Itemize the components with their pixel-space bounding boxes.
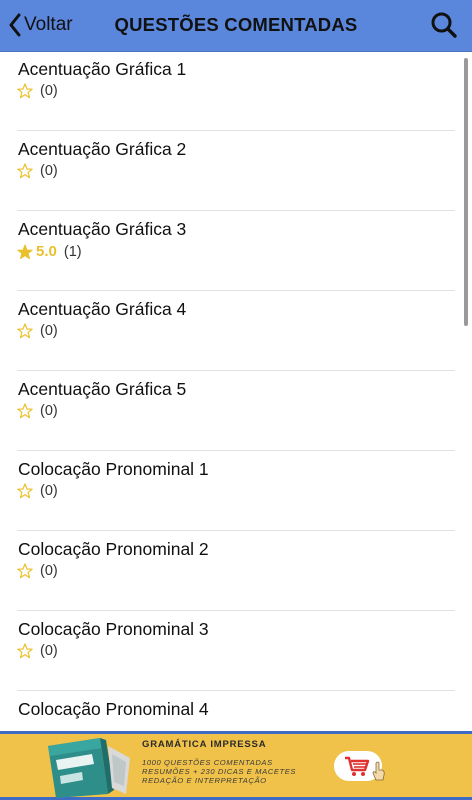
rating-row: (0): [17, 163, 58, 179]
rating-count: (0): [40, 483, 58, 499]
list-item[interactable]: Acentuação Gráfica 4 (0): [17, 291, 455, 371]
tap-hand-icon: [372, 761, 385, 781]
rating-count: (0): [40, 563, 58, 579]
nav-bar: Voltar QUESTÕES COMENTADAS: [0, 0, 472, 52]
rating-count: (1): [63, 243, 82, 260]
item-title: Acentuação Gráfica 5: [18, 379, 187, 399]
star-outline-icon[interactable]: [17, 403, 33, 419]
item-title: Acentuação Gráfica 4: [18, 299, 187, 319]
list-item[interactable]: Colocação Pronominal 1 (0): [17, 451, 455, 531]
rating-row: (0): [17, 483, 58, 499]
star-filled-icon[interactable]: [17, 244, 33, 260]
list-item[interactable]: Acentuação Gráfica 5 (0): [17, 371, 455, 451]
star-outline-icon[interactable]: [17, 83, 33, 99]
item-title: Acentuação Gráfica 1: [18, 59, 187, 79]
banner-title: GRAMÁTICA IMPRESSA: [142, 739, 267, 750]
star-outline-icon[interactable]: [17, 563, 33, 579]
star-outline-icon[interactable]: [17, 643, 33, 659]
banner-line-3: REDAÇÃO E INTERPRETAÇÃO: [142, 776, 267, 785]
star-outline-icon[interactable]: [17, 483, 33, 499]
rating-count: (0): [40, 163, 58, 179]
rating-score: 5.0: [36, 243, 57, 260]
star-outline-icon[interactable]: [17, 163, 33, 179]
list-item[interactable]: Acentuação Gráfica 2 (0): [17, 131, 455, 211]
rating-count: (0): [40, 643, 58, 659]
item-title: Colocação Pronominal 1: [18, 459, 209, 479]
item-title: Colocação Pronominal 2: [18, 539, 209, 559]
rating-row: (0): [17, 83, 58, 99]
rating-row: (0): [17, 563, 58, 579]
book-cover-icon: [48, 738, 130, 798]
item-title: Acentuação Gráfica 3: [18, 219, 187, 239]
promo-banner[interactable]: GRAMÁTICA IMPRESSA 1000 QUESTÕES COMENTA…: [0, 731, 472, 800]
search-button[interactable]: [430, 11, 458, 39]
list-item[interactable]: Colocação Pronominal 3 (0): [17, 611, 455, 691]
item-title: Colocação Pronominal 4: [18, 699, 209, 719]
banner-line-2: RESUMÕES + 230 DICAS E MACETES: [142, 767, 297, 776]
banner-line-1: 1000 QUESTÕES COMENTADAS: [142, 758, 273, 767]
rating-row: (0): [17, 403, 58, 419]
rating-count: (0): [40, 83, 58, 99]
list-item[interactable]: Colocação Pronominal 4: [17, 691, 455, 731]
rating-row: (0): [17, 323, 58, 339]
item-title: Colocação Pronominal 3: [18, 619, 209, 639]
scrollbar[interactable]: [464, 58, 468, 326]
list-item[interactable]: Acentuação Gráfica 3 5.0 (1): [17, 211, 455, 291]
rating-row: (0): [17, 643, 58, 659]
rating-row: 5.0 (1): [17, 243, 82, 260]
item-title: Acentuação Gráfica 2: [18, 139, 187, 159]
search-icon: [431, 12, 457, 38]
rating-count: (0): [40, 323, 58, 339]
page-title: QUESTÕES COMENTADAS: [114, 14, 358, 35]
cart-button[interactable]: [334, 751, 385, 781]
topic-list: Acentuação Gráfica 1 (0) Acentuação Gráfic…: [0, 51, 472, 731]
star-outline-icon[interactable]: [17, 323, 33, 339]
rating-count: (0): [40, 403, 58, 419]
list-item[interactable]: Acentuação Gráfica 1 (0): [17, 51, 455, 131]
list-item[interactable]: Colocação Pronominal 2 (0): [17, 531, 455, 611]
